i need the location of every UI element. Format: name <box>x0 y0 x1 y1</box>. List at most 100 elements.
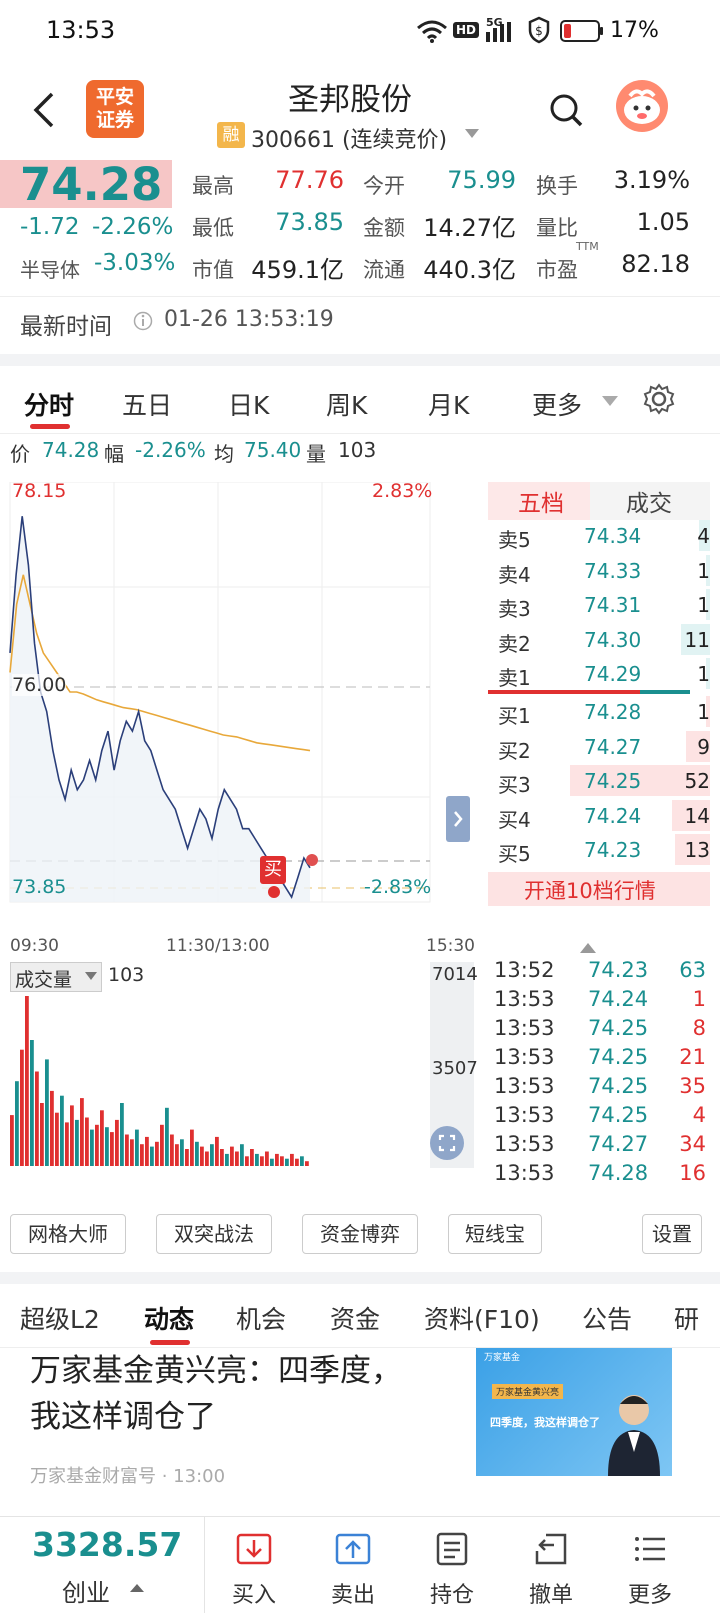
bid-row[interactable]: 买3 74.25 52 <box>488 763 710 798</box>
info-vol-label: 量 <box>306 442 326 466</box>
ask-row[interactable]: 卖1 74.29 1 <box>488 656 710 691</box>
volume-bar <box>45 1059 49 1166</box>
bid-price: 74.27 <box>584 734 642 759</box>
news-meta: 万家基金财富号 · 13:00 <box>30 1466 226 1487</box>
ask-row[interactable]: 卖5 74.34 4 <box>488 518 710 553</box>
news-item[interactable]: 万家基金黄兴亮：四季度， 我这样调仓了 万家基金财富号 · 13:00 万家基金… <box>0 1348 720 1516</box>
sector-change-pct: -3.03% <box>94 250 176 276</box>
bid-row[interactable]: 买1 74.28 1 <box>488 694 710 729</box>
nav-holdings[interactable]: 持仓 <box>412 1531 492 1609</box>
volume-bar <box>125 1134 129 1166</box>
trade-volume: 63 <box>679 958 706 982</box>
volume-bar <box>25 996 29 1166</box>
bid-label: 买4 <box>498 807 531 832</box>
volume-bar <box>75 1119 79 1166</box>
tab-order-book[interactable]: 五档 <box>488 482 590 520</box>
trade-row: 13:53 74.28 16 <box>488 1161 710 1191</box>
nav-sell[interactable]: 卖出 <box>313 1531 393 1609</box>
float-cap-value: 440.3亿 <box>423 256 516 284</box>
bid-label: 买1 <box>498 704 531 728</box>
back-arrow-icon[interactable] <box>30 90 58 130</box>
tab-trades[interactable]: 成交 <box>590 482 710 520</box>
double-breakout-button[interactable]: 双突战法 <box>156 1214 272 1254</box>
volume-mid-label: 3507 <box>432 1058 478 1079</box>
volume-bar <box>140 1144 144 1166</box>
tab-f10[interactable]: 资料(F10) <box>424 1300 540 1336</box>
tab-daily-k[interactable]: 日K <box>228 386 269 422</box>
low-value: 73.85 <box>275 208 344 236</box>
tab-announcements[interactable]: 公告 <box>582 1300 632 1336</box>
logo-text-1: 平安 <box>95 86 134 108</box>
info-icon[interactable] <box>133 311 153 331</box>
ask-row[interactable]: 卖4 74.33 1 <box>488 553 710 588</box>
tab-news[interactable]: 动态 <box>144 1300 194 1336</box>
short-line-button[interactable]: 短线宝 <box>448 1214 542 1254</box>
stock-code-selector[interactable]: 融 300661 (连续竞价) <box>217 122 487 153</box>
ask-row[interactable]: 卖2 74.30 11 <box>488 622 710 657</box>
index-caret-up-icon <box>130 1584 144 1592</box>
price-change-pct: -2.26% <box>92 214 174 240</box>
grid-master-button[interactable]: 网格大师 <box>10 1214 126 1254</box>
holdings-icon <box>436 1532 468 1566</box>
tab-capital[interactable]: 资金 <box>330 1300 380 1336</box>
tab-intraday[interactable]: 分时 <box>24 386 74 422</box>
tab-super-l2[interactable]: 超级L2 <box>20 1300 100 1336</box>
open-l2-button[interactable]: 开通10档行情 <box>488 872 710 906</box>
sector-label[interactable]: 半导体 <box>20 254 80 283</box>
ask-price: 74.33 <box>584 558 642 583</box>
chart-info-line: 价 74.28 幅 -2.26% 均 75.40 量 103 <box>0 436 720 482</box>
thumb-tag: 万家基金黄兴亮 <box>492 1384 564 1399</box>
avatar[interactable] <box>616 80 668 132</box>
nav-cancel-order[interactable]: 撤单 <box>511 1531 591 1609</box>
index-ticker[interactable]: 3328.57 创业 <box>0 1517 205 1613</box>
ask-label: 卖1 <box>498 666 531 690</box>
bid-row[interactable]: 买4 74.24 14 <box>488 798 710 833</box>
trade-volume: 4 <box>692 1103 706 1127</box>
trades-collapse-caret-icon[interactable] <box>580 942 596 954</box>
status-bar: 13:53 HD 5G $ 17% <box>0 0 720 64</box>
bid-label: 买2 <box>498 738 531 763</box>
bid-volume: 1 <box>697 700 710 724</box>
tools-settings-button[interactable]: 设置 <box>642 1214 702 1254</box>
ask-row[interactable]: 卖3 74.31 1 <box>488 587 710 622</box>
bid-row[interactable]: 买2 74.27 9 <box>488 729 710 764</box>
nav-buy[interactable]: 买入 <box>214 1531 294 1609</box>
tab-more[interactable]: 更多 <box>532 386 582 422</box>
bid-price: 74.23 <box>584 838 642 862</box>
ask-label: 卖3 <box>498 597 531 621</box>
shield-dollar-icon: $ <box>528 16 550 44</box>
intraday-chart-svg <box>9 481 431 903</box>
chart-period-tabs: 分时 五日 日K 周K 月K 更多 <box>0 366 720 434</box>
tab-research[interactable]: 研 <box>674 1300 699 1336</box>
nav-more[interactable]: 更多 <box>610 1531 690 1609</box>
volume-bar <box>105 1127 109 1166</box>
search-icon[interactable] <box>548 92 584 128</box>
volume-bar <box>180 1139 184 1166</box>
volume-bar <box>225 1153 229 1166</box>
ask-volume: 1 <box>697 558 710 583</box>
stock-code: 300661 (连续竞价) <box>251 128 448 153</box>
margin-badge: 融 <box>217 122 245 148</box>
news-title: 万家基金黄兴亮：四季度， 我这样调仓了 <box>30 1348 402 1440</box>
settings-gear-icon[interactable] <box>642 382 676 416</box>
tab-five-day[interactable]: 五日 <box>122 386 172 422</box>
fullscreen-button[interactable] <box>430 1126 464 1160</box>
tab-monthly-k[interactable]: 月K <box>428 386 469 422</box>
ask-label: 卖2 <box>498 631 531 656</box>
ask-price: 74.30 <box>584 627 642 652</box>
expand-panel-button[interactable] <box>446 796 470 842</box>
trade-time: 13:53 <box>494 1074 555 1098</box>
volume-bar <box>15 1081 19 1166</box>
capital-game-button[interactable]: 资金博弈 <box>302 1214 418 1254</box>
volume-bar <box>170 1134 174 1166</box>
ask-label: 卖4 <box>498 562 531 587</box>
bid-row[interactable]: 买5 74.23 13 <box>488 832 710 867</box>
buy-marker[interactable]: 买 <box>260 856 286 884</box>
volume-bar <box>80 1098 84 1166</box>
ask-volume: 1 <box>697 662 710 686</box>
nav-holdings-label: 持仓 <box>429 1583 474 1608</box>
tab-weekly-k[interactable]: 周K <box>326 386 367 422</box>
intraday-chart[interactable]: 78.15 2.83% 76.00 73.85 -2.83% 买 <box>0 480 488 932</box>
tab-opportunity[interactable]: 机会 <box>236 1300 286 1336</box>
volume-bar <box>295 1158 299 1166</box>
